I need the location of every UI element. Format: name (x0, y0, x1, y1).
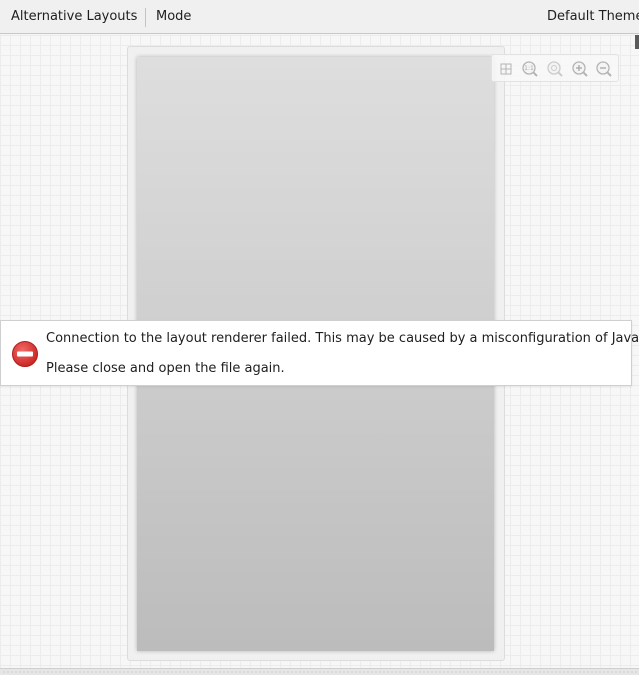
svg-text:1:1: 1:1 (524, 65, 534, 72)
vertical-scrollbar-thumb[interactable] (635, 35, 639, 49)
renderer-error-message: Connection to the layout renderer failed… (0, 320, 639, 386)
fit-screen-icon[interactable] (496, 59, 516, 79)
zoom-out-icon[interactable] (594, 59, 614, 79)
error-stop-icon (11, 340, 39, 368)
toolbar-separator (145, 8, 146, 27)
zoom-reset-icon[interactable] (545, 59, 565, 79)
actual-size-icon[interactable]: 1:1 (520, 59, 540, 79)
theme-menu[interactable]: Default Theme (547, 0, 639, 34)
zoom-in-icon[interactable] (570, 59, 590, 79)
editor-toolbar: Alternative Layouts Mode Default Theme (0, 0, 639, 34)
alternative-layouts-menu[interactable]: Alternative Layouts (11, 0, 137, 34)
error-message-line-1: Connection to the layout renderer failed… (46, 331, 639, 346)
error-message-line-2: Please close and open the file again. (46, 361, 285, 376)
mode-menu[interactable]: Mode (156, 0, 191, 34)
scrollbar-grip (2, 671, 637, 673)
zoom-controls: 1:1 (491, 54, 619, 82)
horizontal-scrollbar[interactable] (0, 668, 639, 675)
layout-editor: Alternative Layouts Mode Default Theme 1… (0, 0, 639, 675)
